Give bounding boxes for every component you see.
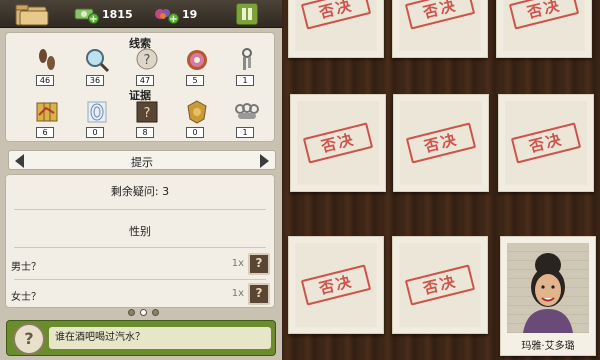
suspect-card-eliminated[interactable]: 否决 xyxy=(393,94,489,192)
clue-count: 5 xyxy=(186,75,204,86)
hint-category: 性别 xyxy=(129,225,151,238)
hint-title: 提示 xyxy=(131,156,153,169)
suspect-card-eliminated[interactable]: 否决 xyxy=(392,0,488,58)
suspect-card-eliminated[interactable]: 否决 xyxy=(496,0,592,58)
clue-magnifier[interactable]: 36 xyxy=(82,47,112,91)
suspect-card-eliminated[interactable]: 否决 xyxy=(288,236,384,334)
left-panel: + 1815 + 19 线索 46 36 ? 47 5 1 证据 6 0 ? 8… xyxy=(0,0,282,360)
hint-option-male[interactable]: 男士？ 1x xyxy=(6,251,274,277)
option-cost: 1x xyxy=(231,258,244,269)
suspect-card-eliminated[interactable]: 否决 xyxy=(288,0,384,58)
hint-card: 剩余疑问: 3 性别 男士？ 1x 女士？ 1x xyxy=(5,174,275,308)
clue-question[interactable]: ? 47 xyxy=(132,47,162,91)
magnifier-icon xyxy=(86,49,110,73)
add-candy-button[interactable]: + xyxy=(168,12,179,25)
suspect-name: 玛雅·艾多璐 xyxy=(521,341,575,352)
evidence-dossier[interactable]: ? 8 xyxy=(132,99,162,143)
evidence-knuckles[interactable]: 1 xyxy=(232,99,262,143)
clue-footprints[interactable]: 46 xyxy=(32,47,62,91)
donut-icon xyxy=(187,50,207,70)
clue-count: 36 xyxy=(86,75,104,86)
evidence-map[interactable]: 6 xyxy=(32,99,62,143)
suspect-card-eliminated[interactable]: 否决 xyxy=(392,236,488,334)
svg-text:?: ? xyxy=(144,53,151,68)
current-question[interactable]: 谁在酒吧喝过汽水？ xyxy=(6,320,276,356)
clue-donut[interactable]: 5 xyxy=(182,47,212,91)
hint-header: 提示 xyxy=(8,150,276,170)
candy-counter: + 19 xyxy=(152,5,198,25)
candy-value: 19 xyxy=(182,7,198,21)
remaining-questions: 剩余疑问: 3 xyxy=(110,185,170,198)
inventory-card: 线索 46 36 ? 47 5 1 证据 6 0 ? 8 0 1 xyxy=(5,32,275,142)
suspect-card-eliminated[interactable]: 否决 xyxy=(498,94,594,192)
page-indicator xyxy=(128,309,159,316)
ask-button[interactable] xyxy=(248,253,270,275)
fingerprint-icon xyxy=(87,101,107,123)
clue-count: 46 xyxy=(36,75,54,86)
evidence-count: 1 xyxy=(236,127,254,138)
page-dot-active[interactable] xyxy=(140,309,147,316)
add-cash-button[interactable]: + xyxy=(88,12,99,25)
evidence-count: 6 xyxy=(36,127,54,138)
clue-count: 1 xyxy=(236,75,254,86)
evidence-count: 8 xyxy=(136,127,154,138)
cash-counter: + 1815 xyxy=(74,5,133,25)
top-bar: + 1815 + 19 xyxy=(0,0,282,28)
suspect-portrait xyxy=(507,243,589,333)
suspect-card-eliminated[interactable]: 否决 xyxy=(290,94,386,192)
evidence-badge[interactable]: 0 xyxy=(182,99,212,143)
case-folder-icon[interactable] xyxy=(14,3,50,27)
next-arrow-icon[interactable] xyxy=(260,154,269,168)
option-label: 女士？ xyxy=(11,292,41,303)
option-label: 男士？ xyxy=(11,262,41,273)
divider xyxy=(14,209,266,210)
keys-icon xyxy=(242,48,252,70)
question-icon: ? xyxy=(136,48,158,70)
page-dot[interactable] xyxy=(128,309,135,316)
footprints-icon xyxy=(39,49,55,70)
divider xyxy=(14,279,266,280)
suspect-face-icon xyxy=(523,253,573,333)
evidence-count: 0 xyxy=(186,127,204,138)
dossier-icon: ? xyxy=(136,101,158,123)
evidence-count: 0 xyxy=(86,127,104,138)
svg-text:?: ? xyxy=(144,106,151,121)
suspect-card-active[interactable]: 玛雅·艾多璐 xyxy=(500,236,596,356)
page-dot[interactable] xyxy=(152,309,159,316)
clue-count: 47 xyxy=(136,75,154,86)
clue-keys[interactable]: 1 xyxy=(232,47,262,91)
badge-icon xyxy=(187,100,207,124)
divider xyxy=(14,247,266,248)
option-cost: 1x xyxy=(231,288,244,299)
evidence-fingerprint[interactable]: 0 xyxy=(82,99,112,143)
map-icon xyxy=(36,102,58,122)
hint-option-female[interactable]: 女士？ 1x xyxy=(6,281,274,307)
ask-button[interactable] xyxy=(248,283,270,305)
knuckles-icon xyxy=(235,103,259,119)
question-mark-icon xyxy=(13,323,45,355)
cash-value: 1815 xyxy=(102,7,133,21)
question-text: 谁在酒吧喝过汽水？ xyxy=(49,327,271,349)
pause-button[interactable] xyxy=(236,3,258,25)
